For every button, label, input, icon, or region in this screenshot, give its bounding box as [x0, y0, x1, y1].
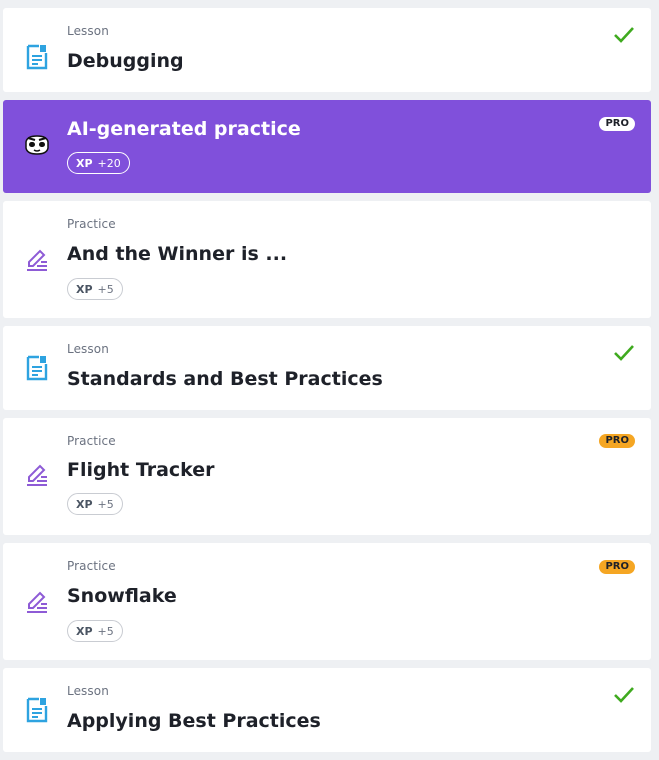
pro-badge: PRO	[599, 560, 635, 574]
xp-label: XP	[76, 156, 93, 170]
pro-badge: PRO	[599, 434, 635, 448]
xp-badge: XP +20	[67, 152, 130, 174]
check-icon	[613, 26, 635, 44]
xp-value: +5	[97, 497, 114, 511]
xp-label: XP	[76, 282, 93, 296]
practice-pencil-icon	[22, 460, 52, 490]
item-title: AI-generated practice	[67, 118, 301, 140]
xp-value: +20	[97, 156, 121, 170]
xp-label: XP	[76, 497, 93, 511]
list-item-debugging[interactable]: Lesson Debugging	[3, 8, 651, 92]
item-title: Standards and Best Practices	[67, 368, 383, 390]
practice-pencil-icon	[22, 245, 52, 275]
list-item-flight-tracker[interactable]: Practice Flight Tracker XP +5 PRO	[3, 418, 651, 535]
item-title: Debugging	[67, 50, 184, 72]
item-title: And the Winner is ...	[67, 243, 288, 265]
item-type-label: Lesson	[67, 342, 109, 356]
xp-value: +5	[97, 624, 114, 638]
lesson-document-icon	[22, 353, 52, 383]
lesson-list: Lesson Debugging AI-generated practice X…	[0, 0, 659, 760]
list-item-applying-best-practices[interactable]: Lesson Applying Best Practices	[3, 668, 651, 752]
list-item-standards-and-best-practices[interactable]: Lesson Standards and Best Practices	[3, 326, 651, 410]
check-icon	[613, 686, 635, 704]
item-type-label: Practice	[67, 559, 116, 573]
pro-badge: PRO	[599, 117, 635, 131]
xp-badge: XP +5	[67, 493, 123, 515]
list-item-ai-generated-practice[interactable]: AI-generated practice XP +20 PRO	[3, 100, 651, 193]
item-type-label: Practice	[67, 217, 116, 231]
ai-robot-face-icon	[22, 130, 52, 160]
xp-value: +5	[97, 282, 114, 296]
item-type-label: Practice	[67, 434, 116, 448]
item-title: Flight Tracker	[67, 459, 215, 481]
item-type-label: Lesson	[67, 24, 109, 38]
item-title: Snowflake	[67, 585, 177, 607]
list-item-snowflake[interactable]: Practice Snowflake XP +5 PRO	[3, 543, 651, 660]
xp-badge: XP +5	[67, 620, 123, 642]
list-item-and-the-winner-is[interactable]: Practice And the Winner is ... XP +5	[3, 201, 651, 318]
item-title: Applying Best Practices	[67, 710, 321, 732]
item-type-label: Lesson	[67, 684, 109, 698]
practice-pencil-icon	[22, 587, 52, 617]
xp-label: XP	[76, 624, 93, 638]
lesson-document-icon	[22, 42, 52, 72]
check-icon	[613, 344, 635, 362]
lesson-document-icon	[22, 695, 52, 725]
xp-badge: XP +5	[67, 278, 123, 300]
